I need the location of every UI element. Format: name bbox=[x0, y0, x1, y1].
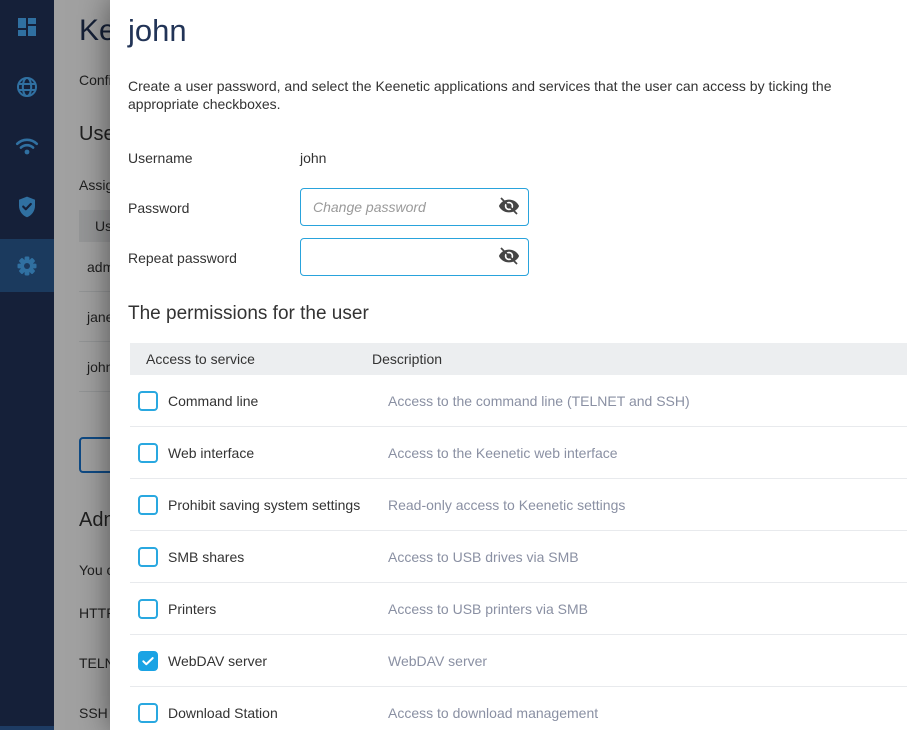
command-line-checkbox[interactable] bbox=[138, 391, 158, 411]
user-edit-dialog: john Create a user password, and select … bbox=[110, 0, 915, 730]
password-input[interactable] bbox=[301, 199, 494, 215]
permission-label: Download Station bbox=[168, 705, 388, 721]
password-field-wrapper bbox=[300, 188, 529, 226]
permission-row-download-station: Download Station Access to download mana… bbox=[130, 687, 907, 730]
repeat-password-label: Repeat password bbox=[128, 250, 237, 266]
permission-description: Access to USB printers via SMB bbox=[388, 601, 588, 617]
permission-description: Access to the Keenetic web interface bbox=[388, 445, 618, 461]
smb-shares-checkbox[interactable] bbox=[138, 547, 158, 567]
permission-label: Prohibit saving system settings bbox=[168, 497, 388, 513]
repeat-password-field-wrapper bbox=[300, 238, 529, 276]
password-visibility-toggle[interactable] bbox=[494, 192, 524, 222]
permission-row-printers: Printers Access to USB printers via SMB bbox=[130, 583, 907, 635]
permission-label: WebDAV server bbox=[168, 653, 388, 669]
permissions-heading: The permissions for the user bbox=[128, 303, 369, 325]
eye-off-icon bbox=[498, 245, 520, 270]
permission-label: Printers bbox=[168, 601, 388, 617]
app-root: Ke Confi User Assig Use adm jane john Ad… bbox=[0, 0, 915, 730]
permission-description: WebDAV server bbox=[388, 653, 487, 669]
permission-description: Read-only access to Keenetic settings bbox=[388, 497, 625, 513]
eye-off-icon bbox=[498, 195, 520, 220]
permission-description: Access to download management bbox=[388, 705, 598, 721]
username-label: Username bbox=[128, 150, 193, 166]
printers-checkbox[interactable] bbox=[138, 599, 158, 619]
web-interface-checkbox[interactable] bbox=[138, 443, 158, 463]
permission-row-webdav: WebDAV server WebDAV server bbox=[130, 635, 907, 687]
dialog-description: Create a user password, and select the K… bbox=[128, 77, 906, 113]
permission-description: Access to the command line (TELNET and S… bbox=[388, 393, 690, 409]
permission-label: SMB shares bbox=[168, 549, 388, 565]
username-value: john bbox=[300, 150, 326, 166]
password-label: Password bbox=[128, 200, 189, 216]
permission-description: Access to USB drives via SMB bbox=[388, 549, 579, 565]
column-access: Access to service bbox=[130, 351, 372, 367]
permission-label: Command line bbox=[168, 393, 388, 409]
repeat-password-visibility-toggle[interactable] bbox=[494, 242, 524, 272]
prohibit-saving-checkbox[interactable] bbox=[138, 495, 158, 515]
repeat-password-input[interactable] bbox=[301, 249, 494, 265]
permission-row-prohibit-saving: Prohibit saving system settings Read-onl… bbox=[130, 479, 907, 531]
webdav-checkbox[interactable] bbox=[138, 651, 158, 671]
column-description: Description bbox=[372, 351, 442, 367]
permissions-table: Access to service Description Command li… bbox=[130, 343, 907, 730]
permission-label: Web interface bbox=[168, 445, 388, 461]
download-station-checkbox[interactable] bbox=[138, 703, 158, 723]
permission-row-web-interface: Web interface Access to the Keenetic web… bbox=[130, 427, 907, 479]
permission-row-smb-shares: SMB shares Access to USB drives via SMB bbox=[130, 531, 907, 583]
dialog-title: john bbox=[128, 13, 187, 49]
permissions-table-header: Access to service Description bbox=[130, 343, 907, 375]
permission-row-command-line: Command line Access to the command line … bbox=[130, 375, 907, 427]
